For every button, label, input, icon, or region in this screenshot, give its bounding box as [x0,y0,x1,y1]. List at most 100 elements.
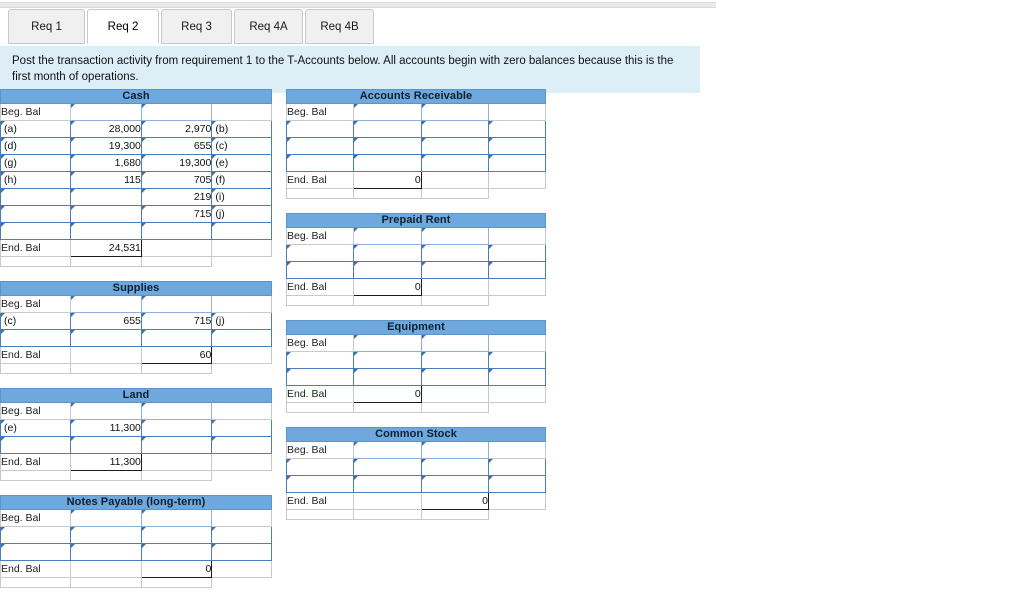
credit-reference-input[interactable] [487,351,547,369]
debit-reference-input[interactable] [0,436,72,454]
credit-reference-input[interactable]: (c) [211,137,272,155]
credit-reference-input[interactable]: (j) [211,312,272,330]
debit-amount-input[interactable] [353,351,422,369]
beginning-balance-debit-input[interactable] [353,441,422,459]
beginning-balance-debit-input[interactable] [353,227,422,245]
credit-amount-input[interactable] [420,368,489,386]
credit-reference-input[interactable]: (i) [211,188,272,206]
debit-reference-input[interactable] [0,543,72,561]
credit-reference-input[interactable]: (b) [211,120,272,138]
credit-amount-input[interactable]: 219 [140,188,213,206]
credit-amount-input[interactable]: 705 [140,171,213,189]
credit-amount-input[interactable] [140,543,213,561]
credit-amount-input[interactable] [420,137,489,155]
debit-amount-input[interactable]: 19,300 [70,137,142,155]
debit-reference-input[interactable] [285,244,355,262]
credit-reference-input[interactable]: (e) [211,154,272,172]
credit-reference-input[interactable] [211,329,272,347]
debit-amount-input[interactable]: 11,300 [70,419,142,437]
beginning-balance-credit-input[interactable] [420,103,489,121]
credit-amount-input[interactable] [420,475,489,493]
debit-amount-input[interactable] [353,120,422,138]
debit-reference-input[interactable]: (a) [0,120,72,138]
beginning-balance-credit-input[interactable] [420,441,489,459]
credit-reference-input[interactable] [211,526,272,544]
credit-amount-input[interactable] [420,120,489,138]
debit-amount-input[interactable] [70,543,142,561]
beginning-balance-debit-input[interactable] [70,295,142,313]
debit-reference-input[interactable] [285,261,355,279]
beginning-balance-debit-input[interactable] [70,103,142,121]
debit-amount-input[interactable] [353,368,422,386]
debit-reference-input[interactable] [0,188,72,206]
debit-amount-input[interactable] [70,188,142,206]
tab-req-2[interactable]: Req 2 [87,9,159,44]
credit-reference-input[interactable]: (f) [211,171,272,189]
credit-amount-input[interactable] [420,458,489,476]
tab-req-4a[interactable]: Req 4A [234,9,303,44]
credit-amount-input[interactable]: 715 [140,205,213,223]
credit-amount-input[interactable] [420,261,489,279]
credit-amount-input[interactable] [140,419,213,437]
debit-amount-input[interactable]: 655 [70,312,142,330]
debit-amount-input[interactable] [70,329,142,347]
debit-reference-input[interactable] [285,154,355,172]
debit-amount-input[interactable] [70,526,142,544]
credit-amount-input[interactable]: 715 [140,312,213,330]
credit-reference-input[interactable]: (j) [211,205,272,223]
debit-amount-input[interactable] [353,458,422,476]
debit-reference-input[interactable] [285,475,355,493]
credit-reference-input[interactable] [487,137,547,155]
debit-amount-input[interactable] [70,205,142,223]
debit-amount-input[interactable]: 1,680 [70,154,142,172]
debit-amount-input[interactable] [353,137,422,155]
debit-reference-input[interactable] [0,222,72,240]
beginning-balance-debit-input[interactable] [70,402,142,420]
debit-reference-input[interactable]: (e) [0,419,72,437]
beginning-balance-credit-input[interactable] [140,509,213,527]
credit-amount-input[interactable]: 19,300 [140,154,213,172]
debit-reference-input[interactable] [285,120,355,138]
beginning-balance-credit-input[interactable] [420,227,489,245]
debit-reference-input[interactable] [0,526,72,544]
credit-reference-input[interactable] [211,419,272,437]
debit-reference-input[interactable] [0,205,72,223]
debit-reference-input[interactable] [285,137,355,155]
credit-reference-input[interactable] [487,154,547,172]
debit-amount-input[interactable] [353,475,422,493]
beginning-balance-credit-input[interactable] [420,334,489,352]
debit-amount-input[interactable]: 28,000 [70,120,142,138]
beginning-balance-credit-input[interactable] [140,103,213,121]
credit-reference-input[interactable] [211,222,272,240]
credit-amount-input[interactable]: 2,970 [140,120,213,138]
credit-reference-input[interactable] [487,475,547,493]
credit-reference-input[interactable] [487,244,547,262]
debit-amount-input[interactable] [353,244,422,262]
debit-amount-input[interactable] [70,436,142,454]
credit-amount-input[interactable] [140,329,213,347]
credit-reference-input[interactable] [211,436,272,454]
debit-amount-input[interactable]: 115 [70,171,142,189]
credit-amount-input[interactable] [140,222,213,240]
debit-reference-input[interactable] [0,329,72,347]
beginning-balance-debit-input[interactable] [353,334,422,352]
beginning-balance-credit-input[interactable] [140,295,213,313]
debit-reference-input[interactable] [285,368,355,386]
tab-req-1[interactable]: Req 1 [8,9,85,44]
debit-reference-input[interactable]: (h) [0,171,72,189]
debit-reference-input[interactable] [285,351,355,369]
credit-reference-input[interactable] [487,458,547,476]
credit-amount-input[interactable] [420,244,489,262]
credit-reference-input[interactable] [211,543,272,561]
credit-amount-input[interactable] [140,526,213,544]
debit-amount-input[interactable] [353,261,422,279]
beginning-balance-debit-input[interactable] [70,509,142,527]
debit-amount-input[interactable] [70,222,142,240]
debit-reference-input[interactable] [285,458,355,476]
tab-req-4b[interactable]: Req 4B [305,9,374,44]
credit-amount-input[interactable]: 655 [140,137,213,155]
beginning-balance-debit-input[interactable] [353,103,422,121]
debit-reference-input[interactable]: (g) [0,154,72,172]
credit-amount-input[interactable] [420,351,489,369]
debit-amount-input[interactable] [353,154,422,172]
